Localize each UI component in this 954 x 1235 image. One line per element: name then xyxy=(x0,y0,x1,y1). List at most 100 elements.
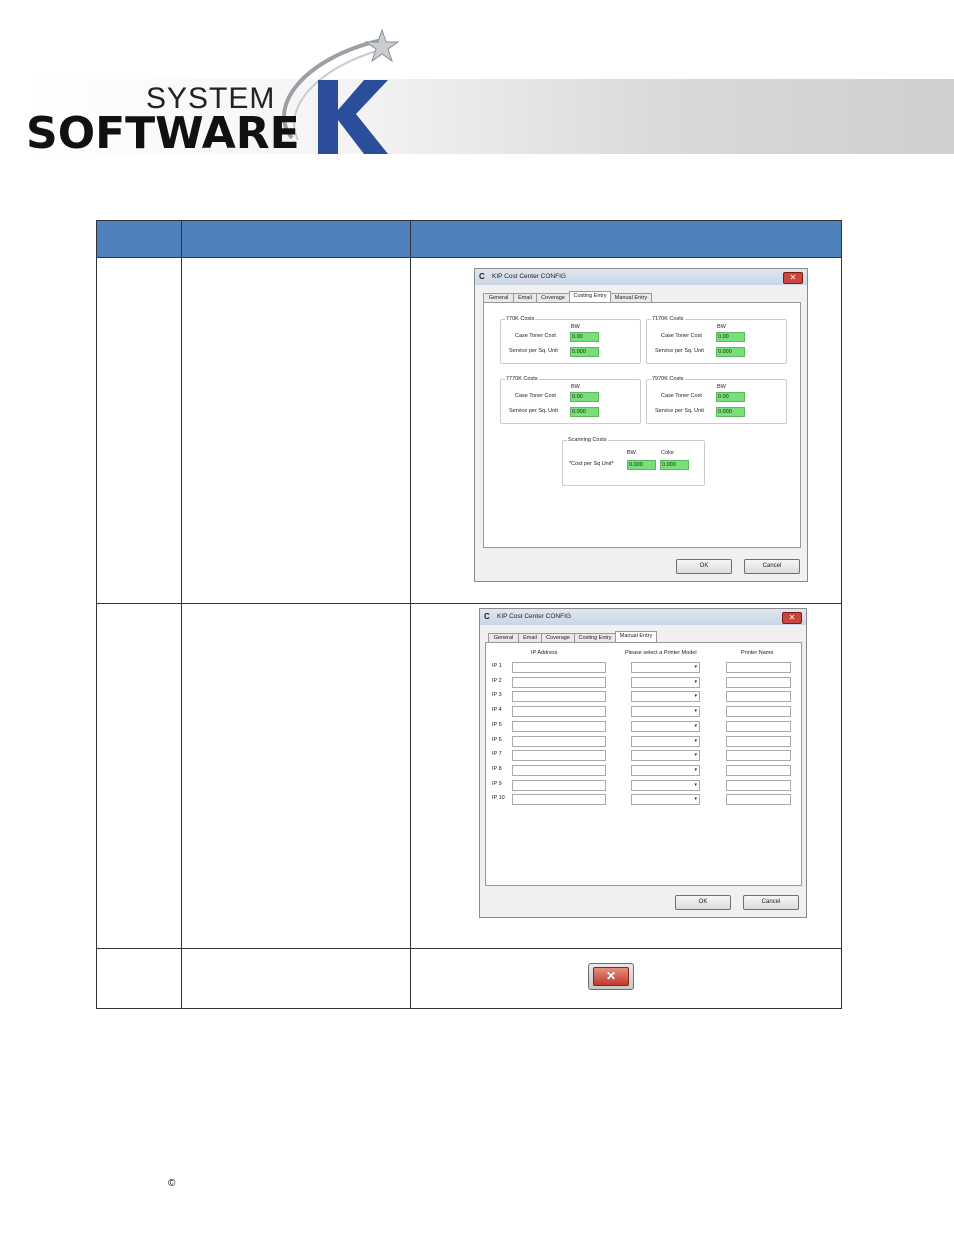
ip-address-input[interactable] xyxy=(512,662,606,673)
printer-name-input[interactable] xyxy=(726,779,791,791)
printer-name-header: Printer Name xyxy=(741,650,774,656)
table-header-cell xyxy=(410,220,842,258)
ip-row-label: IP 3 xyxy=(492,692,502,699)
app-icon: C xyxy=(484,612,490,621)
chevron-down-icon: ▾ xyxy=(694,708,697,715)
service-label: Service per Sq. Unit xyxy=(655,348,704,354)
cancel-button[interactable]: Cancel xyxy=(744,559,800,574)
printer-model-select[interactable]: ▾ xyxy=(631,706,700,718)
printer-name-input[interactable] xyxy=(726,691,791,703)
service-label: Service per Sq. Unit xyxy=(509,348,558,354)
printer-name-input[interactable] xyxy=(726,676,791,688)
group-title: 770K Costs xyxy=(505,316,536,322)
tab-coverage[interactable]: Coverage xyxy=(536,293,570,302)
printer-model-select[interactable]: ▾ xyxy=(631,794,700,806)
ip-address-header: IP Address xyxy=(531,650,558,656)
ok-button[interactable]: OK xyxy=(675,895,731,910)
chevron-down-icon: ▾ xyxy=(694,766,697,773)
table-header-row xyxy=(96,220,842,258)
printer-model-select[interactable]: ▾ xyxy=(631,779,700,791)
cancel-button[interactable]: Cancel xyxy=(743,895,799,910)
case-toner-label: Case Toner Cost xyxy=(515,393,556,399)
bw-label: BW xyxy=(571,384,580,390)
tab-manual-entry[interactable]: Manual Entry xyxy=(615,631,657,642)
table-cell xyxy=(96,603,182,949)
tab-manual-entry[interactable]: Manual Entry xyxy=(610,293,652,302)
service-input[interactable]: 0.000 xyxy=(570,407,599,417)
case-toner-label: Case Toner Cost xyxy=(661,333,702,339)
close-icon[interactable]: ✕ xyxy=(783,272,803,284)
ip-row-label: IP 6 xyxy=(492,736,502,743)
printer-name-input[interactable] xyxy=(726,720,791,732)
app-icon: C xyxy=(479,272,485,281)
chevron-down-icon: ▾ xyxy=(694,722,697,729)
costing-panel: 770K Costs BW Case Toner Cost 0.00 Servi… xyxy=(483,302,801,548)
ip-address-input[interactable] xyxy=(512,720,606,732)
chevron-down-icon: ▾ xyxy=(694,752,697,759)
cost-group-7770k: 7770K Costs BW Case Toner Cost 0.00 Serv… xyxy=(500,376,641,424)
tab-general[interactable]: General xyxy=(488,633,519,642)
printer-model-select[interactable]: ▾ xyxy=(631,764,700,776)
printer-model-select[interactable]: ▾ xyxy=(631,676,700,688)
service-input[interactable]: 0.000 xyxy=(570,347,599,357)
ip-address-input[interactable] xyxy=(512,691,606,703)
chevron-down-icon: ▾ xyxy=(694,737,697,744)
case-toner-label: Case Toner Cost xyxy=(515,333,556,339)
scanning-costs-group: Scanning Costs BW Color *Cost per Sq Uni… xyxy=(562,437,705,486)
tab-email[interactable]: Email xyxy=(513,293,537,302)
manual-entry-dialog: C KIP Cost Center CONFIG ✕ General Email… xyxy=(479,608,807,918)
table-cell xyxy=(180,948,412,1009)
tab-costing-entry[interactable]: Costing Entry xyxy=(569,291,611,302)
printer-model-select[interactable]: ▾ xyxy=(631,750,700,762)
ip-address-input[interactable] xyxy=(512,676,606,688)
printer-name-input[interactable] xyxy=(726,735,791,747)
ip-address-input[interactable] xyxy=(512,779,606,791)
printer-name-input[interactable] xyxy=(726,794,791,806)
table-cell xyxy=(180,257,412,604)
ip-address-input[interactable] xyxy=(512,794,606,806)
ip-address-input[interactable] xyxy=(512,764,606,776)
printer-name-input[interactable] xyxy=(726,706,791,718)
tab-costing-entry[interactable]: Costing Entry xyxy=(574,633,616,642)
printer-model-select[interactable]: ▾ xyxy=(631,735,700,747)
service-input[interactable]: 0.000 xyxy=(716,407,745,417)
printer-name-input[interactable] xyxy=(726,750,791,762)
case-toner-input[interactable]: 0.00 xyxy=(716,392,745,402)
table-cell xyxy=(96,948,182,1009)
cost-group-7170k: 7170K Costs BW Case Toner Cost 0.00 Serv… xyxy=(646,316,787,364)
case-toner-input[interactable]: 0.00 xyxy=(570,332,599,342)
scan-color-input[interactable]: 0.000 xyxy=(660,460,689,470)
service-input[interactable]: 0.000 xyxy=(716,347,745,357)
chevron-down-icon: ▾ xyxy=(694,781,697,788)
tab-general[interactable]: General xyxy=(483,293,514,302)
dialog-title-bar: C KIP Cost Center CONFIG ✕ xyxy=(475,269,807,285)
tab-email[interactable]: Email xyxy=(518,633,542,642)
chevron-down-icon: ▾ xyxy=(694,664,697,670)
ok-button[interactable]: OK xyxy=(676,559,732,574)
printer-name-input[interactable] xyxy=(726,662,791,673)
bw-label: BW xyxy=(571,324,580,330)
ip-address-input[interactable] xyxy=(512,706,606,718)
printer-name-input[interactable] xyxy=(726,764,791,776)
table-row xyxy=(96,948,842,1009)
logo-k-text: K xyxy=(312,80,313,81)
chevron-down-icon: ▾ xyxy=(694,678,697,685)
window-close-button[interactable]: ✕ xyxy=(588,963,634,990)
close-icon[interactable]: ✕ xyxy=(782,612,802,624)
scan-bw-input[interactable]: 0.000 xyxy=(627,460,656,470)
tab-coverage[interactable]: Coverage xyxy=(541,633,575,642)
case-toner-input[interactable]: 0.00 xyxy=(716,332,745,342)
printer-model-select[interactable]: ▾ xyxy=(631,720,700,732)
service-label: Service per Sq. Unit xyxy=(509,408,558,414)
case-toner-input[interactable]: 0.00 xyxy=(570,392,599,402)
cost-group-7970k: 7970K Costs BW Case Toner Cost 0.00 Serv… xyxy=(646,376,787,424)
printer-model-select[interactable]: ▾ xyxy=(631,662,700,673)
ip-row-label: IP 4 xyxy=(492,707,502,714)
ip-address-input[interactable] xyxy=(512,735,606,747)
printer-model-select[interactable]: ▾ xyxy=(631,691,700,703)
ip-row-label: IP 9 xyxy=(492,780,502,787)
table-header-cell xyxy=(180,220,412,258)
dialog-title: KIP Cost Center CONFIG xyxy=(492,273,566,280)
ip-row-label: IP 8 xyxy=(492,765,502,772)
ip-address-input[interactable] xyxy=(512,750,606,762)
